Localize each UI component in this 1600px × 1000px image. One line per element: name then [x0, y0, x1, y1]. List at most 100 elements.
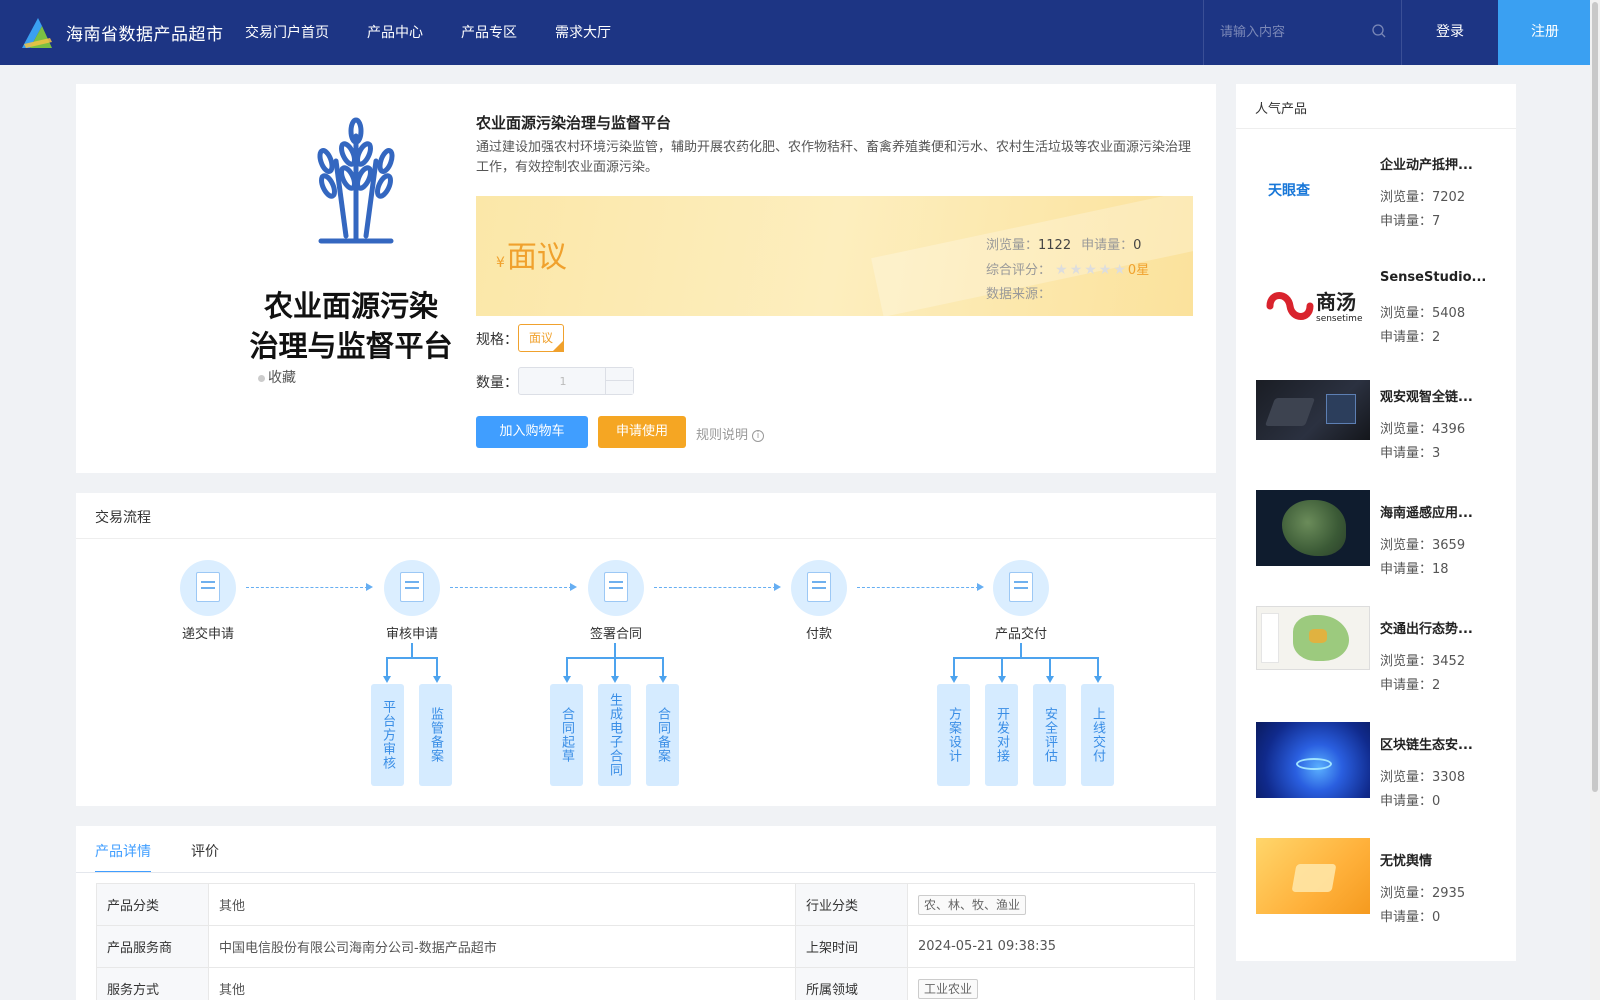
product-name: 海南遥感应用...: [1380, 506, 1473, 521]
favorite-label: 收藏: [268, 370, 296, 386]
views-label: 浏览量：: [986, 238, 1039, 253]
applications-label: 申请量：: [1081, 238, 1134, 253]
product-thumbnail: 商汤 sensetime: [1256, 270, 1370, 344]
payment-icon: [791, 560, 847, 616]
views-label: 浏览量：: [1380, 654, 1433, 669]
login-button[interactable]: 登录: [1402, 0, 1498, 65]
spec-option-label: 面议: [528, 331, 553, 345]
views-value: 3308: [1432, 770, 1466, 785]
detail-value: 其他: [208, 883, 796, 926]
product-thumbnail: [1256, 490, 1370, 566]
apps-value: 18: [1432, 562, 1449, 577]
apps-label: 申请量：: [1380, 794, 1433, 809]
sub-step-solution-design: 方案设计: [937, 684, 970, 786]
sensetime-logo-sub: sensetime: [1316, 314, 1363, 324]
add-to-cart-button[interactable]: 加入购物车: [476, 416, 588, 448]
views-value: 5408: [1432, 306, 1466, 321]
table-row: 服务方式 其他 所属领域 工业农业: [96, 967, 1195, 1000]
popular-product-item[interactable]: 区块链生态安... 浏览量：3308 申请量：0: [1256, 722, 1506, 834]
sub-step-go-live: 上线交付: [1081, 684, 1114, 786]
site-brand[interactable]: 海南省数据产品超市: [66, 20, 224, 45]
step-label: 产品交付: [994, 627, 1047, 642]
apps-value: 2: [1432, 678, 1441, 693]
quantity-increase-button[interactable]: [605, 368, 633, 381]
tab-product-details[interactable]: 产品详情: [95, 841, 151, 873]
rules-link[interactable]: 规则说明 i: [696, 424, 765, 443]
views-value: 7202: [1432, 190, 1466, 205]
sub-step-security-assessment: 安全评估: [1033, 684, 1066, 786]
detail-key: 行业分类: [795, 883, 908, 926]
product-thumbnail: [1256, 838, 1370, 914]
popular-product-item[interactable]: 天眼查 企业动产抵押... 浏览量：7202 申请量：7: [1256, 154, 1506, 254]
quantity-input[interactable]: [519, 368, 607, 394]
sub-step-dev-integration: 开发对接: [985, 684, 1018, 786]
sensetime-logo-icon: [1266, 292, 1314, 320]
popular-product-item[interactable]: 交通出行态势... 浏览量：3452 申请量：2: [1256, 606, 1506, 718]
detail-value: 其他: [208, 967, 796, 1000]
table-row: 产品分类 其他 行业分类 农、林、牧、渔业: [96, 883, 1195, 926]
sub-step-contract-draft: 合同起草: [550, 684, 583, 786]
submit-application-icon: [180, 560, 236, 616]
price-value: 面议: [506, 240, 567, 275]
product-name: 区块链生态安...: [1380, 738, 1473, 753]
popular-product-item[interactable]: 商汤 sensetime SenseStudio... 浏览量：5408 申请量…: [1256, 270, 1506, 370]
views-value: 3452: [1432, 654, 1466, 669]
product-thumbnail: [1256, 722, 1370, 798]
search-input[interactable]: [1220, 20, 1370, 44]
step-label: 递交申请: [181, 627, 234, 642]
nav-product-center[interactable]: 产品中心: [367, 22, 423, 42]
popular-product-item[interactable]: 观安观智全链... 浏览量：4396 申请量：3: [1256, 380, 1506, 486]
industry-tag: 农、林、牧、渔业: [918, 894, 1027, 915]
apps-label: 申请量：: [1380, 214, 1433, 229]
favorite-button[interactable]: 收藏: [258, 367, 296, 387]
views-label: 浏览量：: [1380, 190, 1433, 205]
apps-value: 3: [1432, 446, 1441, 461]
search-box: [1203, 0, 1402, 65]
tab-reviews[interactable]: 评价: [191, 841, 219, 861]
page-scrollbar[interactable]: [1590, 0, 1600, 1000]
main-nav: 交易门户首页 产品中心 产品专区 需求大厅: [245, 22, 611, 42]
flow-arrow: [450, 587, 572, 588]
price: ¥面议: [496, 232, 567, 276]
detail-key: 产品分类: [96, 883, 209, 926]
views-value: 3659: [1432, 538, 1466, 553]
detail-key: 上架时间: [795, 925, 908, 968]
quantity-decrease-button[interactable]: [605, 381, 633, 394]
views-value: 4396: [1432, 422, 1466, 437]
tianyancha-logo: 天眼查: [1268, 182, 1310, 198]
nav-product-zone[interactable]: 产品专区: [461, 22, 517, 42]
rating-label: 综合评分：: [986, 263, 1052, 278]
site-logo[interactable]: [18, 14, 56, 52]
rating-value: 0星: [1127, 263, 1150, 278]
apply-button[interactable]: 申请使用: [598, 416, 686, 448]
scrollbar-thumb[interactable]: [1592, 2, 1598, 792]
applications-value: 0: [1133, 238, 1142, 253]
currency-symbol: ¥: [496, 255, 505, 271]
wheat-icon: [317, 117, 395, 244]
flow-arrow: [857, 587, 979, 588]
sub-step-platform-review: 平台方审核: [371, 684, 404, 786]
sub-step-contract-filing: 合同备案: [646, 684, 679, 786]
flow-arrow: [654, 587, 776, 588]
views-label: 浏览量：: [1380, 306, 1433, 321]
apps-label: 申请量：: [1380, 910, 1433, 925]
step-label: 审核申请: [385, 627, 438, 642]
popular-product-item[interactable]: 无忧舆情 浏览量：2935 申请量：0: [1256, 838, 1506, 950]
product-name: 观安观智全链...: [1380, 390, 1473, 405]
detail-table: 产品分类 其他 行业分类 农、林、牧、渔业 产品服务商 中国电信股份有限公司海南…: [96, 883, 1195, 1000]
nav-demand-hall[interactable]: 需求大厅: [555, 22, 611, 42]
register-button[interactable]: 注册: [1498, 0, 1592, 65]
rules-label: 规则说明: [696, 428, 749, 443]
detail-key: 产品服务商: [96, 925, 209, 968]
apps-label: 申请量：: [1380, 330, 1433, 345]
spec-option[interactable]: 面议: [518, 324, 564, 352]
nav-home[interactable]: 交易门户首页: [245, 22, 329, 42]
detail-key: 服务方式: [96, 967, 209, 1000]
search-icon[interactable]: [1372, 24, 1386, 38]
product-name: 企业动产抵押...: [1380, 158, 1473, 173]
image-title-line1: 农业面源污染: [263, 289, 438, 323]
sub-step-e-contract: 生成电子合同: [598, 684, 631, 786]
source-label: 数据来源：: [986, 287, 1052, 302]
product-description: 通过建设加强农村环境污染监管，辅助开展农药化肥、农作物秸秆、畜禽养殖粪便和污水、…: [476, 140, 1192, 175]
popular-product-item[interactable]: 海南遥感应用... 浏览量：3659 申请量：18: [1256, 490, 1506, 602]
